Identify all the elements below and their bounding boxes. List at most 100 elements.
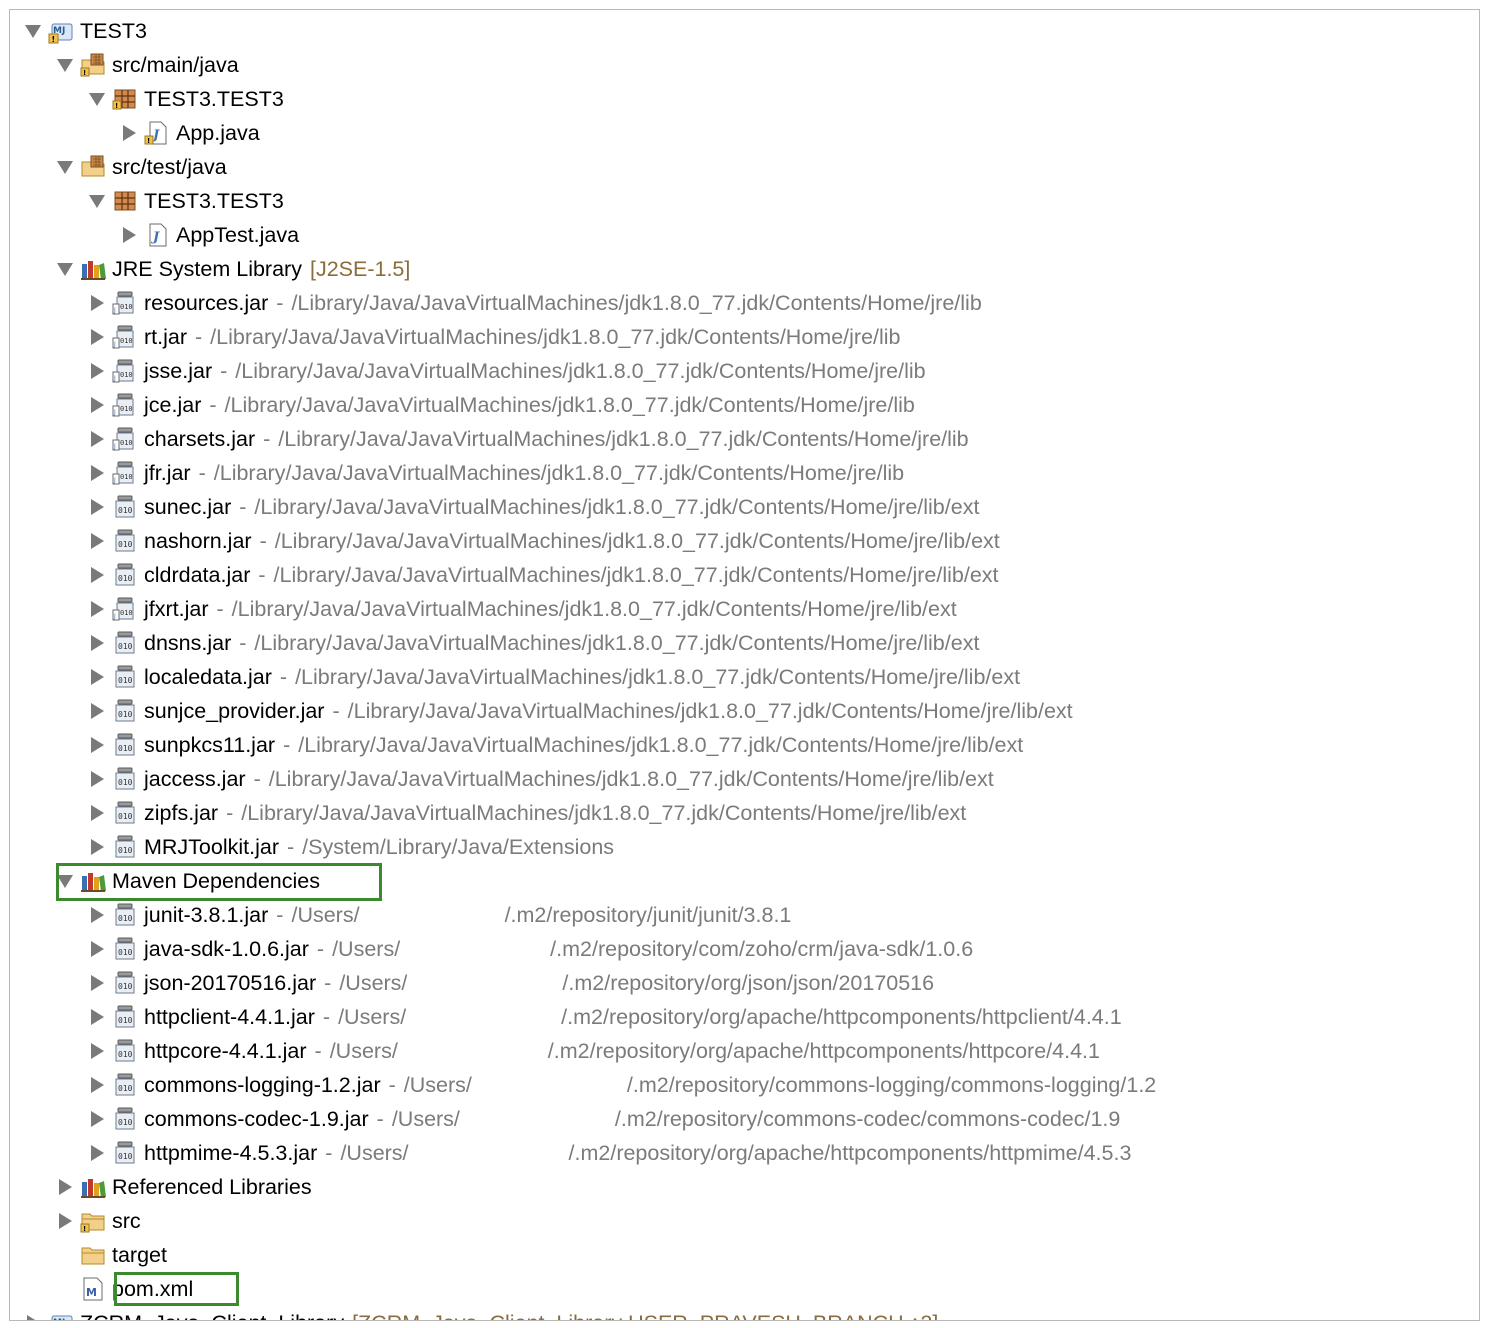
- expand-arrow-icon[interactable]: [88, 294, 106, 312]
- tree-item-jre-library[interactable]: JRE System Library [J2SE-1.5]: [56, 252, 410, 286]
- tree-item-jre-jar[interactable]: 010 Jjfxrt.jar -/Library/Java/JavaVirtualM…: [88, 592, 957, 626]
- tree-item-maven-jar[interactable]: 010 httpcore-4.4.1.jar -/Users/ /.m2/reposi…: [88, 1034, 1100, 1068]
- tree-item-jre-jar[interactable]: 010 nashorn.jar -/Library/Java/JavaVirtual…: [88, 524, 1000, 558]
- expand-arrow-icon[interactable]: [88, 940, 106, 958]
- collapse-arrow-icon[interactable]: [56, 158, 74, 176]
- tree-item-maven-jar[interactable]: 010 commons-logging-1.2.jar -/Users/ /.m2/r…: [88, 1068, 1156, 1102]
- jar-icon: 010: [112, 1004, 138, 1030]
- tree-item-maven-jar[interactable]: 010 junit-3.8.1.jar -/Users/ /.m2/repositor…: [88, 898, 791, 932]
- tree-item-apptest-java[interactable]: J AppTest.java: [120, 218, 299, 252]
- expand-arrow-icon[interactable]: [88, 668, 106, 686]
- expand-arrow-icon[interactable]: [88, 498, 106, 516]
- tree-item-jre-jar[interactable]: 010 Jcharsets.jar -/Library/Java/JavaVirtu…: [88, 422, 969, 456]
- expand-arrow-icon[interactable]: [88, 600, 106, 618]
- tree-item-project[interactable]: MJ! TEST3: [24, 14, 147, 48]
- expand-arrow-icon[interactable]: [88, 770, 106, 788]
- tree-item-target[interactable]: target: [56, 1238, 167, 1272]
- path-separator: -: [259, 528, 267, 553]
- tree-item-maven-jar[interactable]: 010 httpmime-4.5.3.jar -/Users/ /.m2/reposi…: [88, 1136, 1131, 1170]
- expand-arrow-icon[interactable]: [88, 1008, 106, 1026]
- expand-arrow-icon[interactable]: [88, 1110, 106, 1128]
- tree-item-src-test-java[interactable]: src/test/java: [56, 150, 227, 184]
- expand-arrow-icon[interactable]: [88, 1042, 106, 1060]
- tree-item-maven-dependencies[interactable]: Maven Dependencies: [56, 864, 320, 898]
- expand-arrow-icon[interactable]: [88, 362, 106, 380]
- redacted-username: [459, 1104, 615, 1134]
- tree-item-jre-jar[interactable]: 010 Jjfr.jar -/Library/Java/JavaVirtualMac…: [88, 456, 904, 490]
- jar-path: /Library/Java/JavaVirtualMachines/jdk1.8…: [273, 562, 999, 587]
- expand-arrow-icon[interactable]: [120, 226, 138, 244]
- expand-arrow-icon[interactable]: [88, 1144, 106, 1162]
- jar-path: /Library/Java/JavaVirtualMachines/jdk1.8…: [254, 494, 980, 519]
- collapse-arrow-icon[interactable]: [88, 192, 106, 210]
- tree-item-app-java[interactable]: J! App.java: [120, 116, 260, 150]
- tree-item-src[interactable]: ! src: [56, 1204, 141, 1238]
- expand-arrow-icon[interactable]: [56, 1178, 74, 1196]
- collapse-arrow-icon[interactable]: [56, 56, 74, 74]
- tree-item-maven-jar-label: json-20170516.jar: [144, 970, 317, 995]
- source-folder-icon: [80, 154, 106, 180]
- expand-arrow-icon[interactable]: [88, 396, 106, 414]
- tree-item-test-package[interactable]: TEST3.TEST3: [88, 184, 284, 218]
- expand-arrow-icon[interactable]: [88, 634, 106, 652]
- expand-arrow-icon[interactable]: [88, 566, 106, 584]
- expand-arrow-icon[interactable]: [88, 702, 106, 720]
- folder-icon: !: [80, 1208, 106, 1234]
- tree-item-jre-jar[interactable]: 010 cldrdata.jar -/Library/Java/JavaVirtua…: [88, 558, 999, 592]
- tree-item-pom-xml-label: pom.xml: [112, 1276, 194, 1301]
- expand-arrow-icon[interactable]: [88, 736, 106, 754]
- tree-item-jre-jar[interactable]: 010 Jrt.jar -/Library/Java/JavaVirtualMach…: [88, 320, 901, 354]
- tree-item-jre-jar[interactable]: 010 dnsns.jar -/Library/Java/JavaVirtualMa…: [88, 626, 979, 660]
- tree-item-jre-jar[interactable]: 010 sunpkcs11.jar -/Library/Java/JavaVirtu…: [88, 728, 1023, 762]
- tree-item-maven-jar[interactable]: 010 java-sdk-1.0.6.jar -/Users/ /.m2/reposi…: [88, 932, 973, 966]
- collapse-arrow-icon[interactable]: [88, 90, 106, 108]
- jar-icon: 010: [112, 766, 138, 792]
- tree-item-apptest-java-label: AppTest.java: [176, 222, 300, 247]
- expand-arrow-icon[interactable]: [120, 124, 138, 142]
- expand-arrow-icon[interactable]: [88, 430, 106, 448]
- expand-arrow-icon[interactable]: [88, 906, 106, 924]
- tree-item-pom-xml[interactable]: Mpom.xml: [56, 1272, 193, 1306]
- jar-icon: 010: [112, 562, 138, 588]
- tree-item-maven-jar[interactable]: 010 httpclient-4.4.1.jar -/Users/ /.m2/repo…: [88, 1000, 1122, 1034]
- expand-arrow-icon[interactable]: [24, 1314, 42, 1320]
- svg-text:J: J: [113, 409, 116, 416]
- jar-path-prefix: /Users/: [329, 1038, 398, 1063]
- expand-arrow-icon[interactable]: [88, 804, 106, 822]
- package-explorer: MJ! TEST3! src/main/java! TEST3.TEST3 J! App.…: [9, 9, 1480, 1321]
- jar-icon: 010 J: [112, 324, 138, 350]
- redacted-username: [406, 1002, 562, 1032]
- expand-arrow-icon[interactable]: [88, 464, 106, 482]
- collapse-arrow-icon[interactable]: [24, 22, 42, 40]
- path-separator: -: [226, 800, 234, 825]
- collapse-arrow-icon[interactable]: [56, 260, 74, 278]
- tree-item-jre-jar[interactable]: 010 zipfs.jar -/Library/Java/JavaVirtualMa…: [88, 796, 966, 830]
- tree-item-jre-jar[interactable]: 010 localedata.jar -/Library/Java/JavaVirt…: [88, 660, 1020, 694]
- tree-item-src-main-java[interactable]: ! src/main/java: [56, 48, 239, 82]
- expand-arrow-icon[interactable]: [88, 838, 106, 856]
- expand-arrow-icon[interactable]: [88, 1076, 106, 1094]
- tree-item-maven-jar[interactable]: 010 json-20170516.jar -/Users/ /.m2/reposit…: [88, 966, 934, 1000]
- tree-item-jre-jar[interactable]: 010 Jresources.jar -/Library/Java/JavaVirt…: [88, 286, 982, 320]
- jar-path-suffix: /.m2/repository/org/json/json/20170516: [562, 970, 935, 995]
- tree-item-jre-jar[interactable]: 010 sunjce_provider.jar -/Library/Java/Jav…: [88, 694, 1073, 728]
- tree-item-referenced-libraries[interactable]: Referenced Libraries: [56, 1170, 312, 1204]
- jre-version-decoration: [J2SE-1.5]: [309, 256, 411, 281]
- expand-arrow-icon[interactable]: [88, 532, 106, 550]
- jar-icon: 010 J: [112, 392, 138, 418]
- tree-item-jre-jar[interactable]: 010 Jjce.jar -/Library/Java/JavaVirtualMac…: [88, 388, 915, 422]
- tree-item-jre-jar[interactable]: 010 jaccess.jar -/Library/Java/JavaVirtual…: [88, 762, 994, 796]
- tree-item-maven-jar[interactable]: 010 commons-codec-1.9.jar -/Users/ /.m2/rep…: [88, 1102, 1120, 1136]
- tree-item-main-package[interactable]: ! TEST3.TEST3: [88, 82, 284, 116]
- expand-arrow-icon[interactable]: [88, 974, 106, 992]
- tree-item-jre-jar[interactable]: 010 MRJToolkit.jar -/System/Library/Java/E…: [88, 830, 614, 864]
- tree-item-next-project[interactable]: MJ! ZCRM_Java_Client_Library [ZCRM_Java_Cl…: [24, 1306, 938, 1320]
- jar-path-prefix: /Users/: [332, 936, 401, 961]
- collapse-arrow-icon[interactable]: [56, 872, 74, 890]
- tree-item-jre-jar[interactable]: 010 Jjsse.jar -/Library/Java/JavaVirtualMa…: [88, 354, 926, 388]
- expand-arrow-icon[interactable]: [56, 1212, 74, 1230]
- path-separator: -: [195, 324, 203, 349]
- tree-item-jre-jar[interactable]: 010 sunec.jar -/Library/Java/JavaVirtualMa…: [88, 490, 979, 524]
- expand-arrow-icon[interactable]: [88, 328, 106, 346]
- library-icon: [80, 1174, 106, 1200]
